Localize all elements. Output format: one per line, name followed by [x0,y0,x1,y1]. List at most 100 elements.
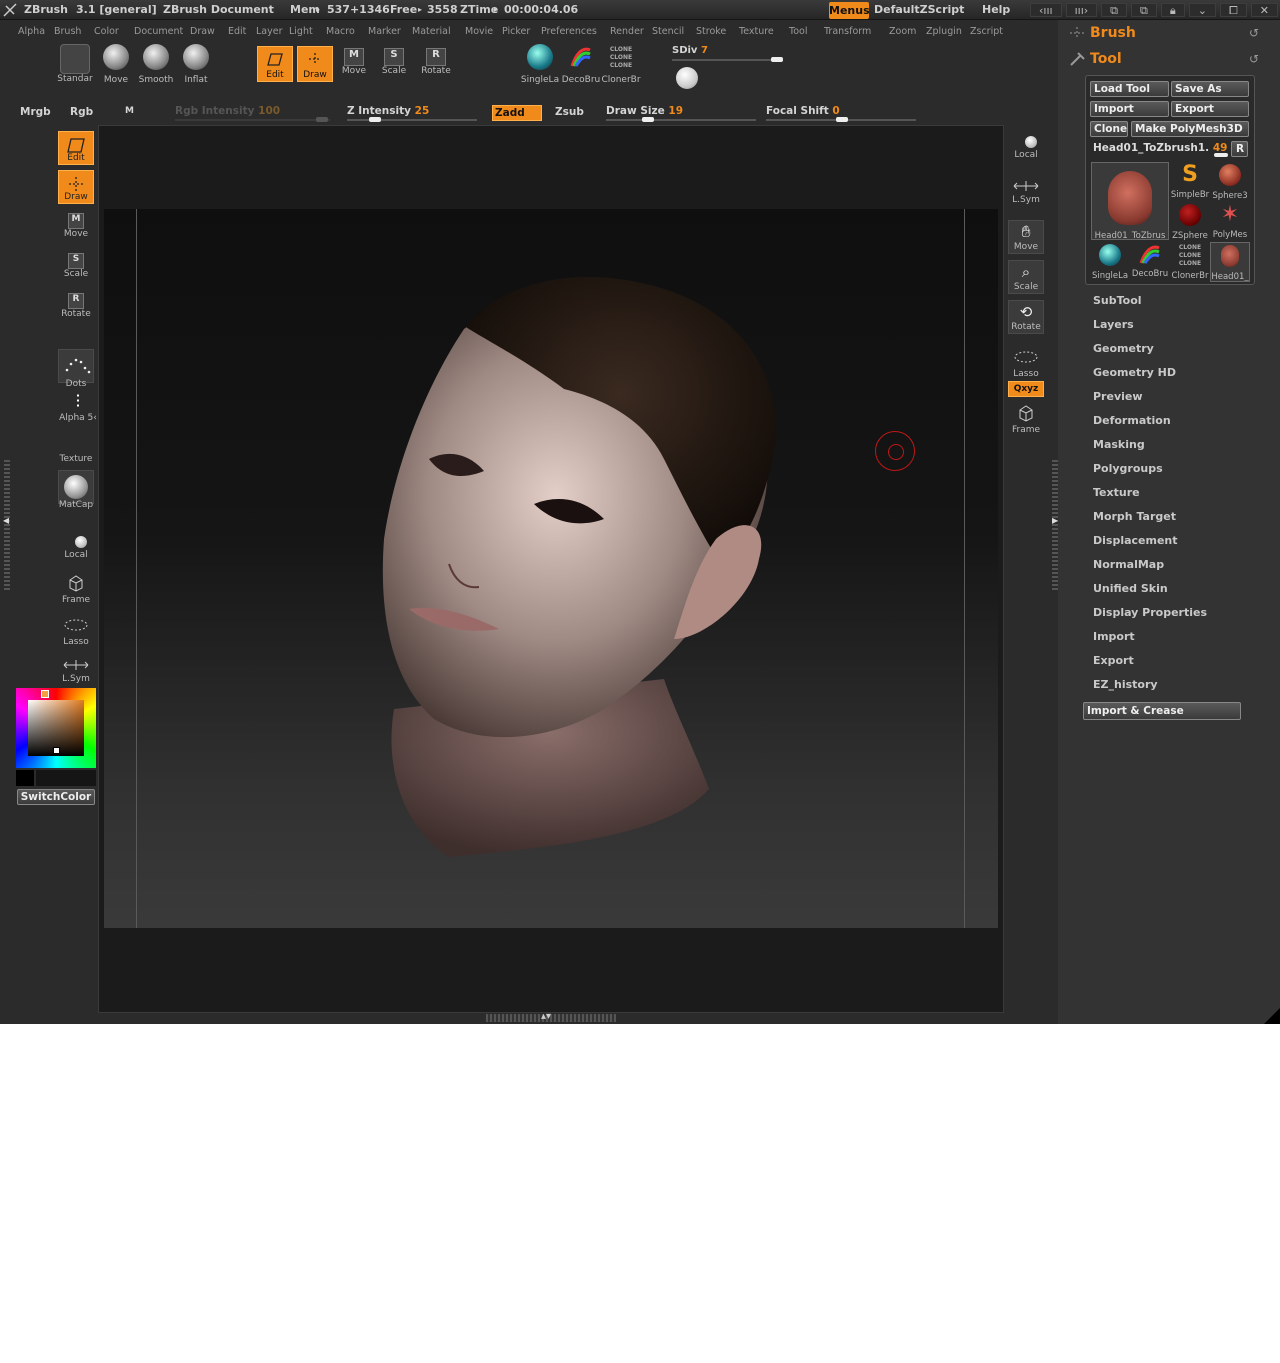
menu-item-zplugin[interactable]: Zplugin [926,26,962,37]
brush-move-button[interactable]: Move [100,44,132,85]
tool-thumb-decobrush[interactable]: DecoBru [1130,242,1170,282]
menu-item-movie[interactable]: Movie [465,26,493,37]
brush-smooth-button[interactable]: Smooth [138,44,174,85]
restore-icon[interactable]: ⧠ [1219,3,1247,17]
minimize-icon[interactable]: ⌄ [1188,3,1216,17]
menu-item-document[interactable]: Document [134,26,183,37]
reset-icon[interactable]: ↺ [1249,26,1259,40]
color-marker[interactable] [53,747,60,754]
import-button[interactable]: Import [1090,101,1169,117]
right-rotate-button[interactable]: ⟲ Rotate [1007,300,1045,334]
menu-item-layer[interactable]: Layer [256,26,283,37]
export-button[interactable]: Export [1171,101,1249,117]
subpalette-layers[interactable]: Layers [1093,318,1134,331]
current-tool-knob[interactable] [1214,153,1228,157]
texture-button[interactable]: Texture [57,436,95,464]
left-move-button[interactable]: M Move [57,213,95,239]
mrgb-button[interactable]: Mrgb [20,106,51,118]
menu-item-light[interactable]: Light [289,26,313,37]
left-lasso-button[interactable]: Lasso [57,618,95,647]
subpalette-ez-history[interactable]: EZ_history [1093,678,1158,691]
subpalette-geometry[interactable]: Geometry [1093,342,1154,355]
brush-standard-button[interactable]: Standar [56,44,94,84]
menu-item-brush[interactable]: Brush [54,26,81,37]
document-view[interactable] [104,209,998,928]
tool-singlelayer-button[interactable]: SingleLa [520,44,560,85]
rgb-button[interactable]: Rgb [70,106,93,118]
menu-item-stencil[interactable]: Stencil [652,26,684,37]
subpalette-display-properties[interactable]: Display Properties [1093,606,1207,619]
menu-item-picker[interactable]: Picker [502,26,530,37]
subpalette-deformation[interactable]: Deformation [1093,414,1171,427]
m-button[interactable]: M [125,106,134,116]
matcap-button[interactable]: MatCap [57,470,95,510]
layout-icon[interactable]: ⧉ [1131,3,1157,17]
import-crease-button[interactable]: Import & Crease [1083,702,1241,720]
subpalette-geometry-hd[interactable]: Geometry HD [1093,366,1176,379]
scale-button[interactable]: S Scale [377,48,411,76]
focal-shift-slider[interactable]: Focal Shift 0 [766,105,840,117]
scroll-right-icon[interactable]: ııı› [1065,3,1098,17]
menu-item-marker[interactable]: Marker [368,26,401,37]
zsub-button[interactable]: Zsub [555,106,584,118]
brush-palette-title[interactable]: Brush [1090,25,1136,41]
menu-item-edit[interactable]: Edit [228,26,246,37]
main-color-swatch[interactable] [16,770,34,786]
lock-icon[interactable]: 🔒︎ [1160,3,1185,17]
current-tool-slider[interactable]: Head01_ToZbrush1. 49 [1093,142,1227,154]
xyz-button[interactable]: Qxyz [1008,381,1044,397]
left-local-button[interactable]: Local [57,536,95,560]
secondary-color-swatch[interactable] [36,770,96,786]
subpalette-polygroups[interactable]: Polygroups [1093,462,1163,475]
help-button[interactable]: Help [982,3,1010,16]
subpalette-subtool[interactable]: SubTool [1093,294,1142,307]
expand-left-icon[interactable]: ◂ [3,513,9,527]
zadd-button[interactable]: Zadd [492,105,542,121]
color-picker[interactable] [16,688,96,768]
right-lasso-button[interactable]: Lasso [1007,350,1045,379]
tool-decobrush-button[interactable]: DecoBru [561,44,601,85]
left-edit-button[interactable]: Edit [57,131,95,165]
z-intensity-slider[interactable]: Z Intensity 25 [347,105,429,117]
brush-inflat-button[interactable]: Inflat [178,44,214,85]
menu-item-tool[interactable]: Tool [789,26,807,37]
scroll-left-icon[interactable]: ‹ııı [1030,3,1062,17]
alpha-button[interactable]: Alpha 5‹ [57,393,99,423]
z-intensity-knob[interactable] [369,117,381,122]
expand-bottom-icon[interactable]: ▴▾ [541,1011,551,1022]
draw-size-knob[interactable] [642,117,654,122]
tool-clonerbrush-button[interactable]: CLONE CLONE CLONE ClonerBr [601,44,641,85]
edit-button[interactable]: Edit [257,46,293,82]
draw-size-slider[interactable]: Draw Size 19 [606,105,683,117]
draw-button[interactable]: Draw [297,46,333,82]
menus-button[interactable]: Menus [829,2,870,19]
sdiv-knob[interactable] [771,57,783,62]
clone-button[interactable]: Clone [1090,121,1128,137]
head-model[interactable] [104,209,998,928]
rgb-intensity-slider[interactable]: Rgb Intensity 100 [175,105,280,117]
rotate-button[interactable]: R Rotate [418,48,454,76]
switchcolor-button[interactable]: SwitchColor [17,789,95,805]
make-polymesh3d-button[interactable]: Make PolyMesh3D [1131,121,1249,137]
load-tool-button[interactable]: Load Tool [1090,81,1169,97]
save-as-button[interactable]: Save As [1171,81,1249,97]
draw-size-track[interactable] [606,119,756,121]
rgb-intensity-track[interactable] [175,119,330,121]
rgb-intensity-knob[interactable] [316,117,328,122]
menu-item-alpha[interactable]: Alpha [18,26,45,37]
subpalette-normalmap[interactable]: NormalMap [1093,558,1164,571]
tool-thumb-singlelayer[interactable]: SingleLa [1090,242,1130,282]
subpalette-morph-target[interactable]: Morph Target [1093,510,1176,523]
right-local-button[interactable]: Local [1007,136,1045,160]
z-intensity-track[interactable] [347,119,477,121]
stroke-dots-button[interactable]: Dots [57,349,95,389]
menu-item-zscript[interactable]: Zscript [970,26,1003,37]
tool-thumb-zsphere[interactable]: ZSphere [1170,202,1210,242]
tool-palette-title[interactable]: Tool [1090,51,1122,67]
right-move-button[interactable]: ✋︎ Move [1007,220,1045,254]
menu-item-draw[interactable]: Draw [190,26,215,37]
right-lsym-button[interactable]: L.Sym [1007,180,1045,205]
left-scale-button[interactable]: S Scale [57,253,95,279]
menu-item-transform[interactable]: Transform [824,26,871,37]
menu-item-color[interactable]: Color [94,26,119,37]
